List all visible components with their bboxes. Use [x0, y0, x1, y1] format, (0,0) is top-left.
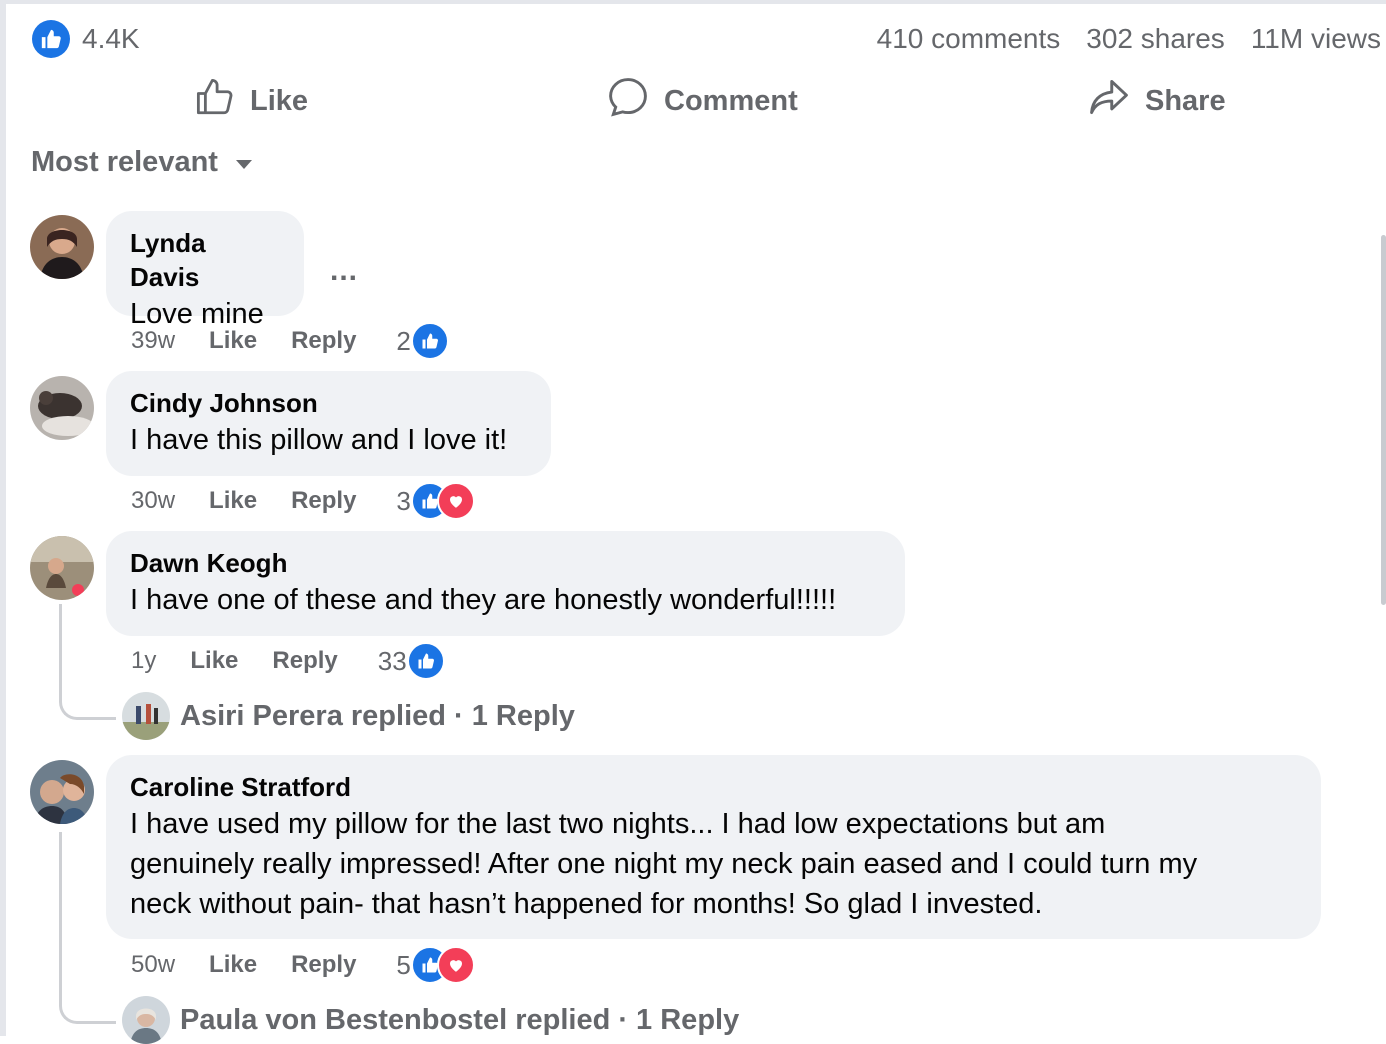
reaction-count[interactable]: 5 — [396, 950, 410, 981]
comment-text: I have this pillow and I love it! — [130, 424, 508, 456]
avatar[interactable] — [30, 760, 94, 824]
caret-down-icon — [234, 146, 254, 179]
comment-meta: 1y Like Reply 33 — [131, 641, 445, 681]
comment-like-button[interactable]: Like — [190, 647, 238, 675]
love-icon — [436, 482, 475, 520]
comment-reply-button[interactable]: Reply — [272, 647, 337, 675]
share-icon — [1087, 75, 1131, 127]
avatar[interactable] — [30, 536, 94, 600]
comment-like-button[interactable]: Like — [209, 951, 257, 979]
like-label: Like — [250, 84, 309, 117]
comment-like-button[interactable]: Like — [209, 327, 257, 355]
view-replies-link[interactable]: Asiri Perera replied · 1 Reply — [122, 692, 575, 740]
like-icon — [410, 322, 449, 360]
comment-bubble: Caroline Stratford I have used my pillow… — [106, 755, 1321, 939]
comment-sort-dropdown[interactable]: Most relevant — [31, 146, 254, 179]
avatar[interactable] — [30, 215, 94, 279]
share-button[interactable]: Share — [1087, 72, 1226, 130]
comment-bubble: Cindy Johnson I have this pillow and I l… — [106, 371, 551, 476]
comment-button[interactable]: Comment — [606, 72, 798, 130]
reaction-count[interactable]: 33 — [378, 646, 407, 677]
comment-reply-button[interactable]: Reply — [291, 951, 356, 979]
comment-author[interactable]: Lynda Davis — [130, 226, 280, 294]
comments-count[interactable]: 410 comments — [877, 23, 1061, 55]
comment-reply-button[interactable]: Reply — [291, 487, 356, 515]
replied-text: Asiri Perera replied · 1 Reply — [180, 699, 575, 732]
comment-author[interactable]: Dawn Keogh — [130, 546, 881, 580]
more-options-icon[interactable]: ... — [330, 254, 358, 288]
share-label: Share — [1145, 84, 1226, 117]
comment-bubble: Lynda Davis Love mine — [106, 211, 304, 330]
comment-text-line: neck without pain- that hasn’t happened … — [130, 888, 1043, 920]
comment-text: I have one of these and they are honestl… — [130, 584, 837, 616]
comment-text-line: genuinely really impressed! After one ni… — [130, 848, 1198, 880]
comment-time[interactable]: 50w — [131, 951, 175, 979]
reply-thread-line — [59, 832, 116, 1024]
reactions-count[interactable]: 4.4K — [82, 23, 140, 55]
love-icon — [436, 946, 475, 984]
post-actions: Like Comment Share — [0, 72, 1386, 130]
comment-meta: 50w Like Reply 5 — [131, 945, 475, 985]
views-count: 11M views — [1250, 23, 1381, 54]
comment-time[interactable]: 1y — [131, 647, 156, 675]
comment-like-button[interactable]: Like — [209, 487, 257, 515]
like-icon — [406, 642, 445, 680]
comment-meta: 39w Like Reply 2 — [131, 321, 449, 361]
comment-label: Comment — [664, 84, 798, 117]
scrollbar[interactable] — [1381, 235, 1386, 605]
post-stats-right: 410 comments 302 shares 11M views — [877, 23, 1381, 55]
sort-label: Most relevant — [31, 146, 218, 178]
shares-count[interactable]: 302 shares — [1086, 23, 1225, 55]
like-reaction-icon[interactable] — [32, 20, 70, 58]
comment-reply-button[interactable]: Reply — [291, 327, 356, 355]
reply-thread-line — [59, 604, 116, 720]
reply-avatar — [122, 996, 170, 1044]
comment-author[interactable]: Cindy Johnson — [130, 386, 527, 420]
view-replies-link[interactable]: Paula von Bestenbostel replied · 1 Reply — [122, 996, 739, 1044]
post-stats: 4.4K 410 comments 302 shares 11M views — [32, 18, 1381, 60]
comment-author[interactable]: Caroline Stratford — [130, 770, 1297, 804]
comment-bubble: Dawn Keogh I have one of these and they … — [106, 531, 905, 636]
avatar[interactable] — [30, 376, 94, 440]
comment-text-line: I have used my pillow for the last two n… — [130, 808, 1106, 840]
comment-time[interactable]: 39w — [131, 327, 175, 355]
reply-avatar — [122, 692, 170, 740]
window-top-border — [0, 0, 1386, 4]
comment-time[interactable]: 30w — [131, 487, 175, 515]
reaction-count[interactable]: 3 — [396, 486, 410, 517]
like-icon — [194, 76, 236, 126]
comment-meta: 30w Like Reply 3 — [131, 481, 475, 521]
comment-icon — [606, 75, 650, 127]
replied-text: Paula von Bestenbostel replied · 1 Reply — [180, 1003, 740, 1036]
like-button[interactable]: Like — [194, 72, 308, 130]
window-left-border — [0, 0, 6, 1036]
reaction-count[interactable]: 2 — [396, 326, 410, 357]
